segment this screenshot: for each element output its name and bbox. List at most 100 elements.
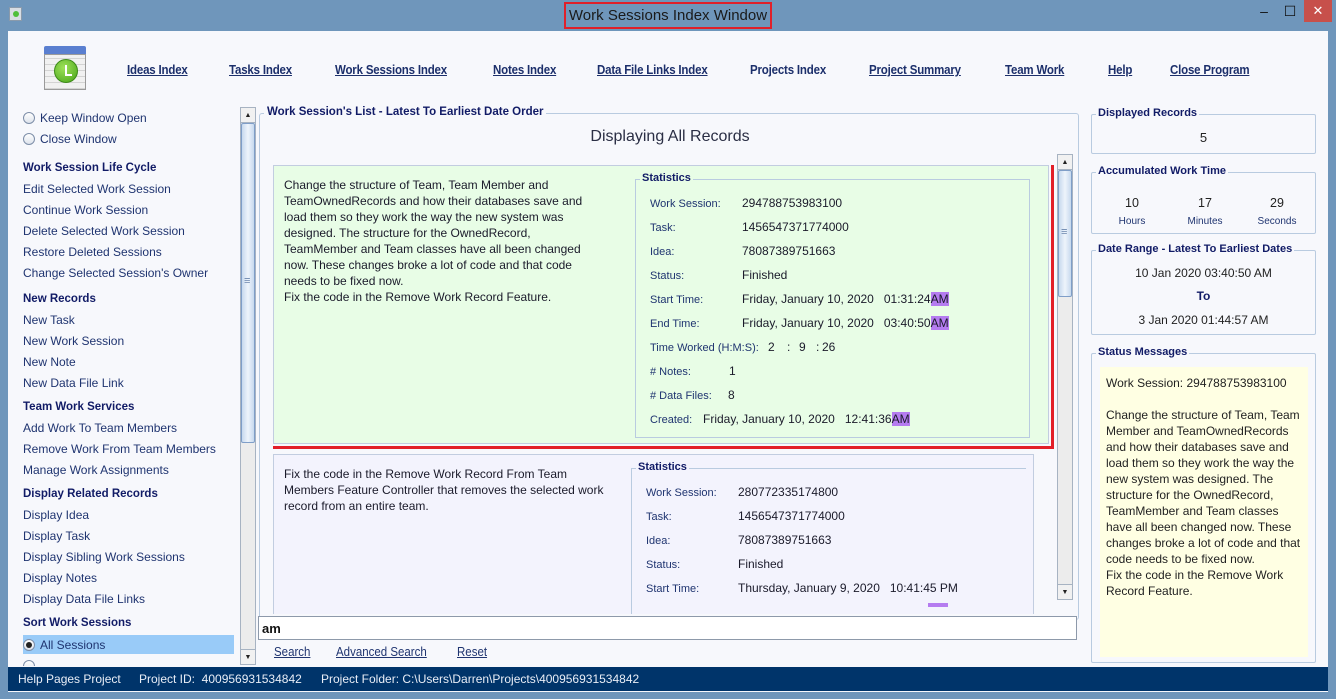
display-notes[interactable]: Display Notes	[23, 571, 97, 585]
radio-label: Keep Window Open	[40, 111, 147, 125]
scroll-down-arrow-icon[interactable]: ▼	[1058, 584, 1072, 599]
work-session-id: 294788753983100	[742, 196, 843, 210]
top-navigation: Ideas Index Tasks Index Work Sessions In…	[8, 31, 1328, 106]
nav-tasks-index[interactable]: Tasks Index	[229, 63, 292, 77]
date-range-box: Date Range - Latest To Earliest Dates 10…	[1091, 243, 1316, 335]
remove-work-from-team-members[interactable]: Remove Work From Team Members	[23, 442, 216, 456]
seconds-value: 29	[1270, 196, 1284, 210]
record-statistics: Statistics Work Session: 294788753983100…	[635, 172, 1030, 438]
section-header-display-related: Display Related Records	[23, 488, 158, 500]
display-task[interactable]: Display Task	[23, 529, 90, 543]
minutes-value: 17	[1198, 196, 1212, 210]
minimize-button[interactable]: ‒	[1251, 0, 1277, 22]
notes-count: 1	[729, 364, 736, 378]
work-session-record[interactable]: Fix the code in the Remove Work Record F…	[273, 454, 1034, 614]
nav-projects-index[interactable]: Projects Index	[750, 63, 826, 77]
scroll-up-arrow-icon[interactable]: ▲	[1058, 155, 1072, 170]
minutes-label: Minutes	[1187, 216, 1223, 227]
display-data-file-links[interactable]: Display Data File Links	[23, 592, 145, 606]
close-window-radio[interactable]: Close Window	[23, 130, 117, 148]
radio-label: Close Window	[40, 132, 117, 146]
new-work-session[interactable]: New Work Session	[23, 334, 124, 348]
search-highlight: AM	[930, 316, 949, 330]
hours-label: Hours	[1118, 216, 1146, 227]
nav-close-program[interactable]: Close Program	[1170, 63, 1250, 77]
stat-label: End Time:	[650, 318, 700, 330]
advanced-search-button[interactable]: Advanced Search	[336, 645, 427, 659]
display-mode-title: Displaying All Records	[590, 128, 750, 145]
scroll-down-arrow-icon[interactable]: ▼	[241, 649, 255, 664]
stat-label: Time Worked (H:M:S):	[650, 342, 759, 354]
statistics-title: Statistics	[636, 461, 689, 473]
nav-notes-index[interactable]: Notes Index	[493, 63, 556, 77]
nav-ideas-index[interactable]: Ideas Index	[127, 63, 188, 77]
end-time-value: Friday, January 10, 2020 03:40:50AM	[742, 316, 949, 330]
new-note[interactable]: New Note	[23, 355, 76, 369]
status-bar: Help Pages Project Project ID: 400956931…	[8, 667, 1328, 691]
new-data-file-link[interactable]: New Data File Link	[23, 376, 124, 390]
search-highlight: AM	[930, 292, 949, 306]
work-session-record-selected[interactable]: Change the structure of Team, Team Membe…	[273, 165, 1054, 449]
add-work-to-team-members[interactable]: Add Work To Team Members	[23, 421, 177, 435]
stat-label: Idea:	[650, 246, 675, 258]
scroll-up-arrow-icon[interactable]: ▲	[241, 108, 255, 123]
continue-work-session[interactable]: Continue Work Session	[23, 203, 148, 217]
scroll-thumb[interactable]	[1058, 170, 1072, 297]
actions-sidebar: Keep Window Open Close Window Work Sessi…	[8, 106, 241, 666]
radio-icon	[23, 660, 35, 666]
manage-work-assignments[interactable]: Manage Work Assignments	[23, 463, 169, 477]
nav-team-work[interactable]: Team Work	[1005, 63, 1064, 77]
title-bar: Work Sessions Index Window ‒ ☐ ✕	[0, 0, 1336, 30]
sort-next-radio[interactable]	[23, 657, 40, 666]
stat-label: Start Time:	[646, 583, 700, 595]
restore-deleted-sessions[interactable]: Restore Deleted Sessions	[23, 245, 162, 259]
seconds-label: Seconds	[1257, 216, 1297, 227]
delete-selected-work-session[interactable]: Delete Selected Work Session	[23, 224, 185, 238]
display-idea[interactable]: Display Idea	[23, 508, 89, 522]
section-header-sort: Sort Work Sessions	[23, 617, 132, 629]
project-id: Project ID: 400956931534842	[139, 672, 302, 686]
sort-all-sessions-radio[interactable]: All Sessions	[23, 636, 105, 654]
stat-label: Status:	[650, 270, 685, 282]
nav-project-summary[interactable]: Project Summary	[869, 63, 961, 77]
search-highlight: AM	[891, 412, 910, 426]
keep-window-open-radio[interactable]: Keep Window Open	[23, 109, 147, 127]
search-input[interactable]	[258, 616, 1077, 640]
new-task[interactable]: New Task	[23, 313, 75, 327]
app-window: Work Sessions Index Window ‒ ☐ ✕ Ideas I…	[0, 0, 1336, 699]
status-value: Finished	[738, 557, 784, 571]
window-title: Work Sessions Index Window	[564, 2, 772, 29]
idea-id: 78087389751663	[738, 533, 832, 547]
list-frame-title: Work Session's List - Latest To Earliest…	[264, 106, 547, 118]
data-files-count: 8	[728, 388, 735, 402]
reset-button[interactable]: Reset	[457, 645, 487, 659]
nav-work-sessions-index[interactable]: Work Sessions Index	[335, 63, 447, 77]
nav-help[interactable]: Help	[1108, 63, 1132, 77]
edit-selected-work-session[interactable]: Edit Selected Work Session	[23, 182, 171, 196]
stat-label: Task:	[650, 222, 676, 234]
search-highlight	[928, 603, 948, 607]
hours-worked: 2	[768, 340, 775, 354]
scroll-thumb[interactable]	[241, 123, 255, 443]
displayed-records-box: Displayed Records 5	[1091, 107, 1316, 154]
stat-label: Created:	[650, 414, 693, 426]
start-time-value: Thursday, January 9, 2020 10:41:45 PM	[738, 581, 958, 595]
accumulated-seconds: 29 Seconds	[1242, 196, 1312, 227]
idea-id: 78087389751663	[742, 244, 836, 258]
date-range-title: Date Range - Latest To Earliest Dates	[1096, 243, 1295, 255]
work-session-list-frame: Work Session's List - Latest To Earliest…	[259, 106, 1079, 620]
change-session-owner[interactable]: Change Selected Session's Owner	[23, 266, 208, 280]
sidebar-scrollbar[interactable]: ▲ ▼	[240, 107, 256, 665]
stat-label: Status:	[646, 559, 681, 571]
app-icon[interactable]	[9, 7, 22, 21]
client-area: Ideas Index Tasks Index Work Sessions In…	[8, 31, 1328, 692]
close-button[interactable]: ✕	[1304, 0, 1332, 22]
nav-data-file-links-index[interactable]: Data File Links Index	[597, 63, 708, 77]
stat-label: # Notes:	[650, 366, 691, 378]
maximize-button[interactable]: ☐	[1277, 0, 1303, 22]
search-button[interactable]: Search	[274, 645, 310, 659]
list-scrollbar[interactable]: ▲ ▼	[1057, 154, 1073, 600]
status-messages-box: Status Messages Work Session: 2947887539…	[1091, 346, 1316, 663]
seconds-worked: 26	[822, 340, 836, 354]
display-sibling-work-sessions[interactable]: Display Sibling Work Sessions	[23, 550, 185, 564]
